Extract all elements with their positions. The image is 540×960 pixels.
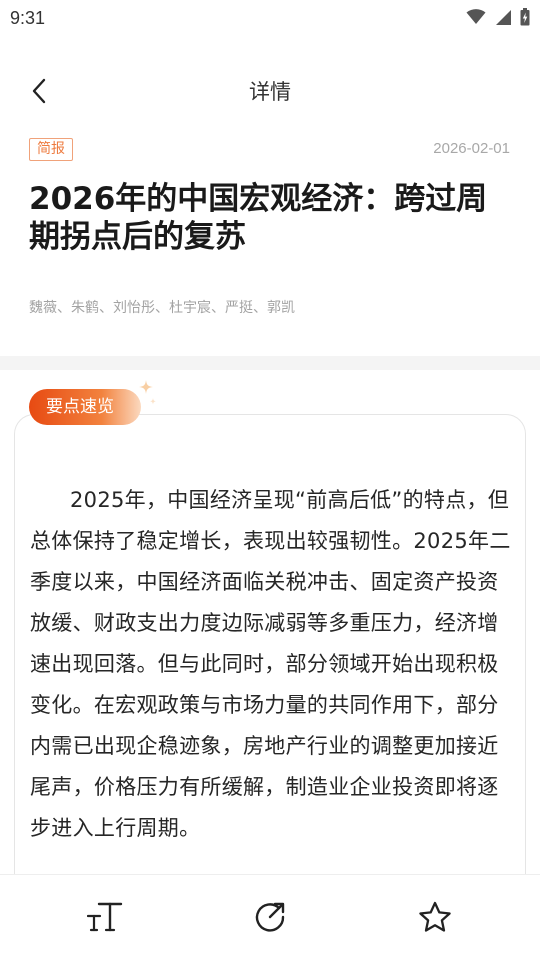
status-time: 9:31: [10, 8, 46, 28]
font-size-button[interactable]: [83, 895, 127, 939]
share-icon: [255, 902, 285, 932]
bottom-toolbar: [0, 874, 540, 960]
article-date: 2026-02-01: [433, 140, 510, 157]
summary-text: 2025年，中国经济呈现“前高后低”的特点，但总体保持了稳定增长，表现出较强韧性…: [30, 488, 511, 840]
status-icons: [466, 8, 530, 26]
sparkle-icon: [139, 380, 156, 405]
article-tag: 简报: [29, 138, 73, 161]
status-bar: 9:31: [0, 0, 540, 38]
page-title: 详情: [249, 80, 291, 104]
battery-icon: [520, 8, 530, 26]
app-header: 详情: [0, 60, 540, 122]
article-authors: 魏薇、朱鹤、刘怡彤、杜宇宸、严挺、郭凯: [29, 300, 295, 316]
summary-badge: 要点速览: [29, 389, 141, 425]
signal-icon: [496, 9, 511, 25]
text-size-icon: [87, 902, 123, 932]
share-button[interactable]: [248, 895, 292, 939]
favorite-button[interactable]: [413, 895, 457, 939]
star-icon: [419, 901, 451, 932]
article-title: 2026年的中国宏观经济：跨过周期拐点后的复苏: [29, 181, 488, 255]
section-divider: [0, 356, 540, 370]
wifi-icon: [466, 9, 486, 24]
